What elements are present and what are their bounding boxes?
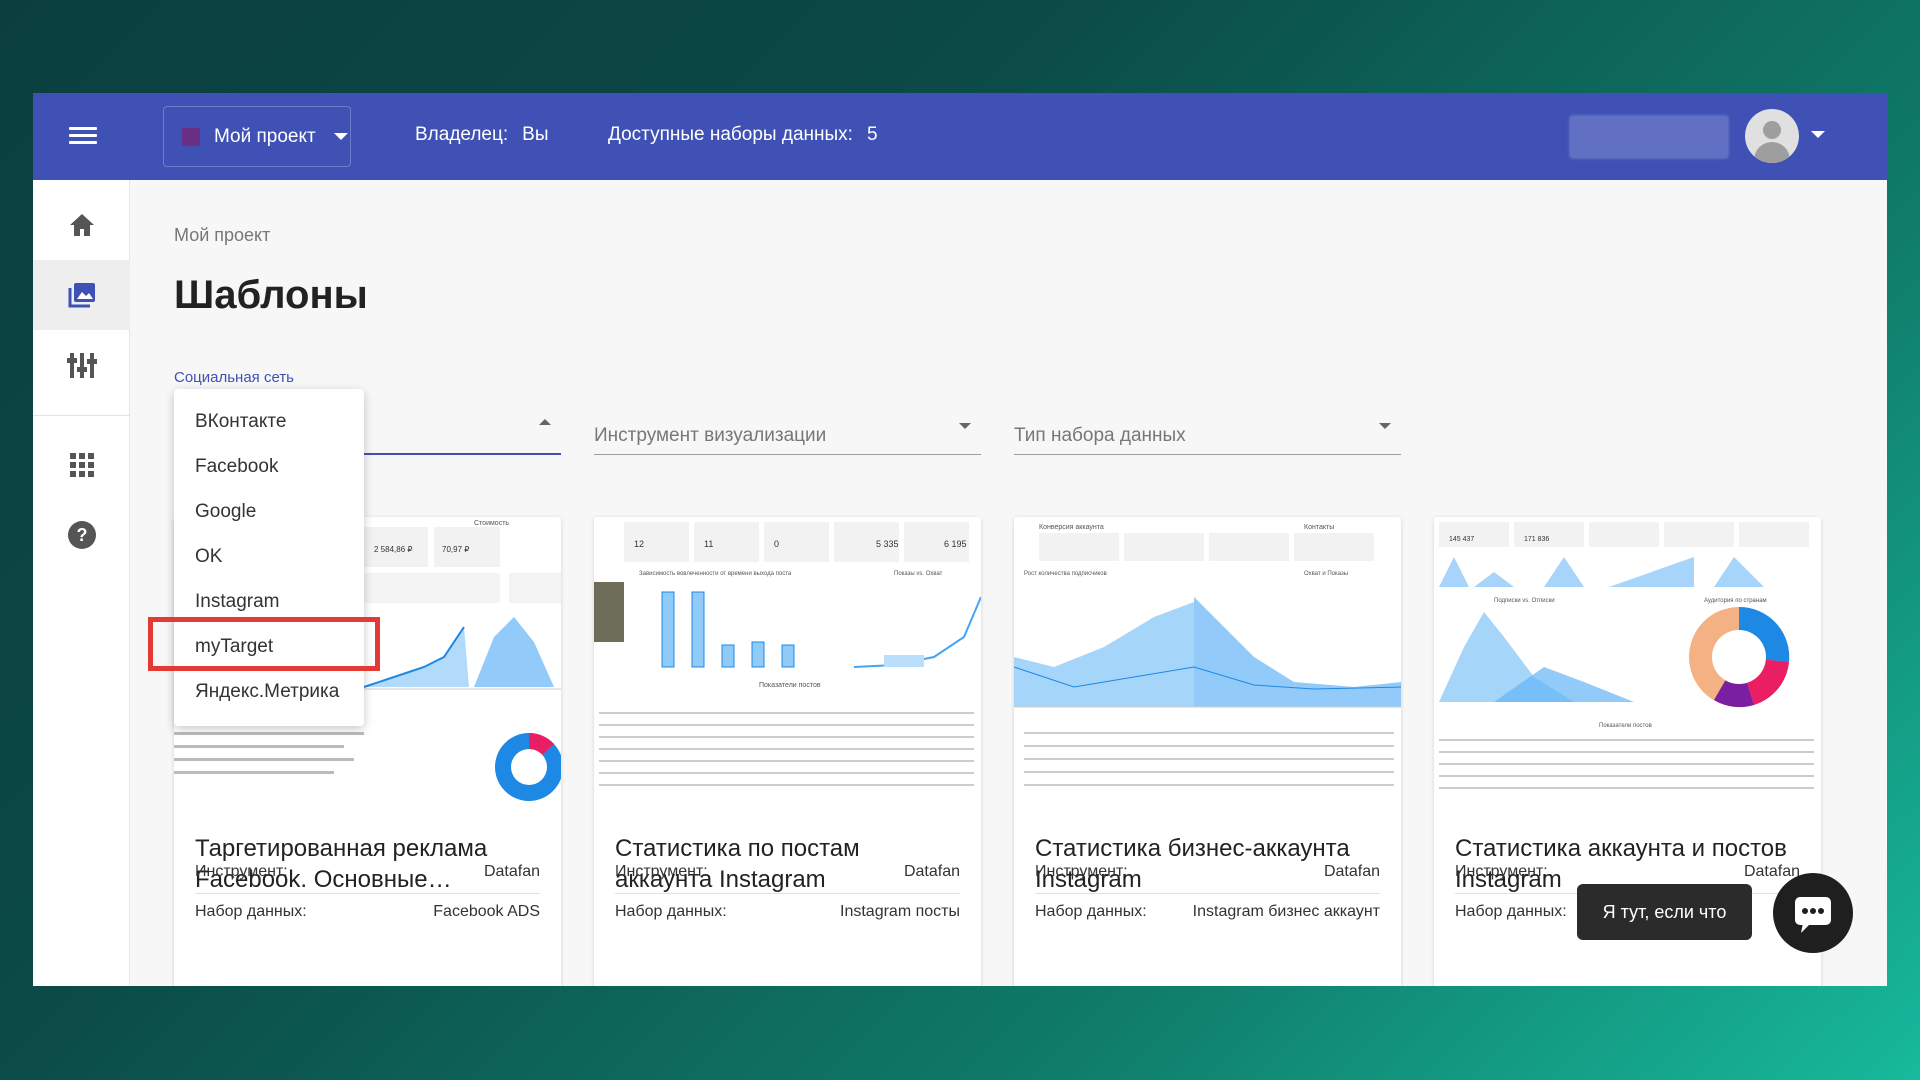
option-facebook[interactable]: Facebook bbox=[174, 444, 364, 489]
owner-value: Вы bbox=[522, 124, 549, 145]
thumb-cost-value-2: 70,97 ₽ bbox=[442, 545, 469, 554]
card-tool-row: Инструмент: Datafan bbox=[195, 863, 540, 891]
datasets-count: 5 bbox=[866, 124, 878, 145]
thumb-followers-vs-unfollows-title: Подписки vs. Отписки bbox=[1494, 598, 1555, 604]
chat-icon bbox=[1795, 897, 1831, 933]
thumb-cost-label: Стоимость bbox=[474, 520, 509, 527]
template-thumbnail: Конверсия аккаунта Контакты Рост количес… bbox=[1014, 517, 1401, 817]
project-name: Мой проект bbox=[214, 125, 316, 147]
template-card-instagram-posts[interactable]: 12 11 0 5 335 6 195 Зависимость вовлечен… bbox=[594, 517, 981, 986]
sidebar-item-help[interactable]: ? bbox=[33, 500, 130, 570]
chevron-up-icon bbox=[539, 419, 551, 425]
thumb-contacts-title: Контакты bbox=[1304, 524, 1334, 531]
thumb-kpi-3: 0 bbox=[774, 539, 779, 549]
tool-value: Datafan bbox=[903, 863, 960, 880]
thumb-kpi-5: 6 195 bbox=[944, 539, 967, 549]
option-yandex-metrika[interactable]: Яндекс.Метрика bbox=[174, 669, 364, 714]
avatar[interactable] bbox=[1745, 109, 1799, 163]
home-icon bbox=[69, 214, 94, 236]
option-google[interactable]: Google bbox=[174, 489, 364, 534]
tool-label: Инструмент: bbox=[1455, 863, 1548, 880]
tool-value: Datafan bbox=[483, 863, 540, 880]
thumb-kpi-7: 171 836 bbox=[1524, 536, 1549, 543]
thumb-kpi-2: 11 bbox=[704, 539, 713, 549]
option-vkontakte[interactable]: ВКонтакте bbox=[174, 399, 364, 444]
template-thumbnail: 12 11 0 5 335 6 195 Зависимость вовлечен… bbox=[594, 517, 981, 817]
visualization-tool-placeholder: Инструмент визуализации bbox=[594, 425, 827, 446]
card-dataset-row: Набор данных: Facebook ADS bbox=[195, 903, 540, 931]
project-selector[interactable]: Мой проект bbox=[163, 106, 351, 167]
sidebar: ? bbox=[33, 180, 130, 986]
tool-label: Инструмент: bbox=[1035, 863, 1128, 880]
divider bbox=[195, 893, 540, 894]
card-dataset-row: Набор данных: Instagram бизнес аккаунт bbox=[1035, 903, 1380, 931]
tool-label: Инструмент: bbox=[615, 863, 708, 880]
image-icon bbox=[68, 283, 95, 308]
thumb-post-metrics-title: Показатели постов bbox=[1599, 723, 1652, 729]
chevron-down-icon bbox=[1379, 423, 1391, 429]
svg-text:?: ? bbox=[76, 525, 87, 545]
page-title: Шаблоны bbox=[174, 273, 368, 317]
datasets-label: Доступные наборы данных: bbox=[608, 124, 853, 145]
chat-button[interactable] bbox=[1773, 873, 1853, 953]
dataset-value: Instagram посты bbox=[840, 903, 960, 920]
card-tool-row: Инструмент: Datafan bbox=[615, 863, 960, 891]
thumb-cost-value: 2 584,86 ₽ bbox=[374, 545, 412, 554]
dataset-value: Instagram бизнес аккаунт bbox=[1192, 903, 1380, 920]
chevron-down-icon bbox=[333, 133, 348, 140]
menu-icon[interactable] bbox=[69, 123, 97, 147]
chat-tooltip: Я тут, если что bbox=[1577, 884, 1752, 940]
dataset-type-placeholder: Тип набора данных bbox=[1014, 425, 1186, 446]
sidebar-item-settings[interactable] bbox=[33, 330, 130, 400]
app-window: Мой проект Владелец: Вы Доступные наборы … bbox=[33, 93, 1887, 986]
highlight-frame-mytarget bbox=[148, 617, 380, 671]
owner-label: Владелец: bbox=[415, 124, 509, 145]
sidebar-divider bbox=[33, 415, 130, 416]
thumb-kpi-6: 145 437 bbox=[1449, 536, 1474, 543]
top-bar: Мой проект Владелец: Вы Доступные наборы … bbox=[33, 93, 1887, 180]
social-network-dropdown: ВКонтакте Facebook Google OK Instagram m… bbox=[174, 389, 364, 726]
account-menu-chevron-icon[interactable] bbox=[1811, 131, 1825, 138]
sidebar-item-home[interactable] bbox=[33, 190, 130, 260]
thumb-conversion-title: Конверсия аккаунта bbox=[1039, 524, 1104, 531]
dataset-type-select[interactable]: Тип набора данных bbox=[1014, 393, 1401, 455]
thumb-posts-metrics-title: Показатели постов bbox=[759, 682, 821, 689]
sidebar-item-apps[interactable] bbox=[33, 430, 130, 500]
datasets-info: Доступные наборы данных: 5 bbox=[608, 124, 878, 146]
template-thumbnail: 145 437 171 836 Подписки vs. Отписки Ауд… bbox=[1434, 517, 1821, 817]
dataset-label: Набор данных: bbox=[1455, 903, 1567, 920]
sliders-icon bbox=[66, 353, 97, 378]
visualization-tool-select[interactable]: Инструмент визуализации bbox=[594, 393, 981, 455]
card-tool-row: Инструмент: Datafan bbox=[1035, 863, 1380, 891]
social-network-label: Социальная сеть bbox=[174, 369, 294, 386]
user-name-blurred bbox=[1569, 115, 1729, 159]
tool-value: Datafan bbox=[1323, 863, 1380, 880]
dataset-label: Набор данных: bbox=[195, 903, 307, 920]
chevron-down-icon bbox=[959, 423, 971, 429]
thumb-by-country-title: Аудитория по странам bbox=[1704, 598, 1767, 604]
divider bbox=[615, 893, 960, 894]
thumb-reach-title: Охват и Показы bbox=[1304, 571, 1348, 577]
dataset-label: Набор данных: bbox=[1035, 903, 1147, 920]
dataset-value: Facebook ADS bbox=[433, 903, 540, 920]
thumb-engagement-title: Зависимость вовлеченности от времени вых… bbox=[639, 571, 792, 577]
thumb-followers-growth-title: Рост количества подписчиков bbox=[1024, 571, 1107, 577]
help-icon: ? bbox=[67, 521, 96, 549]
option-ok[interactable]: OK bbox=[174, 534, 364, 579]
tool-label: Инструмент: bbox=[195, 863, 288, 880]
project-color-swatch bbox=[182, 127, 200, 146]
template-card-instagram-business[interactable]: Конверсия аккаунта Контакты Рост количес… bbox=[1014, 517, 1401, 986]
card-dataset-row: Набор данных: Instagram посты bbox=[615, 903, 960, 931]
dataset-label: Набор данных: bbox=[615, 903, 727, 920]
sidebar-item-templates[interactable] bbox=[33, 260, 130, 330]
thumb-impressions-title: Показы vs. Охват bbox=[894, 571, 943, 577]
apps-grid-icon bbox=[69, 453, 94, 477]
breadcrumb[interactable]: Мой проект bbox=[174, 225, 270, 246]
owner-info: Владелец: Вы bbox=[415, 124, 549, 146]
thumb-kpi-4: 5 335 bbox=[876, 539, 899, 549]
thumb-kpi-1: 12 bbox=[634, 539, 644, 549]
divider bbox=[1035, 893, 1380, 894]
